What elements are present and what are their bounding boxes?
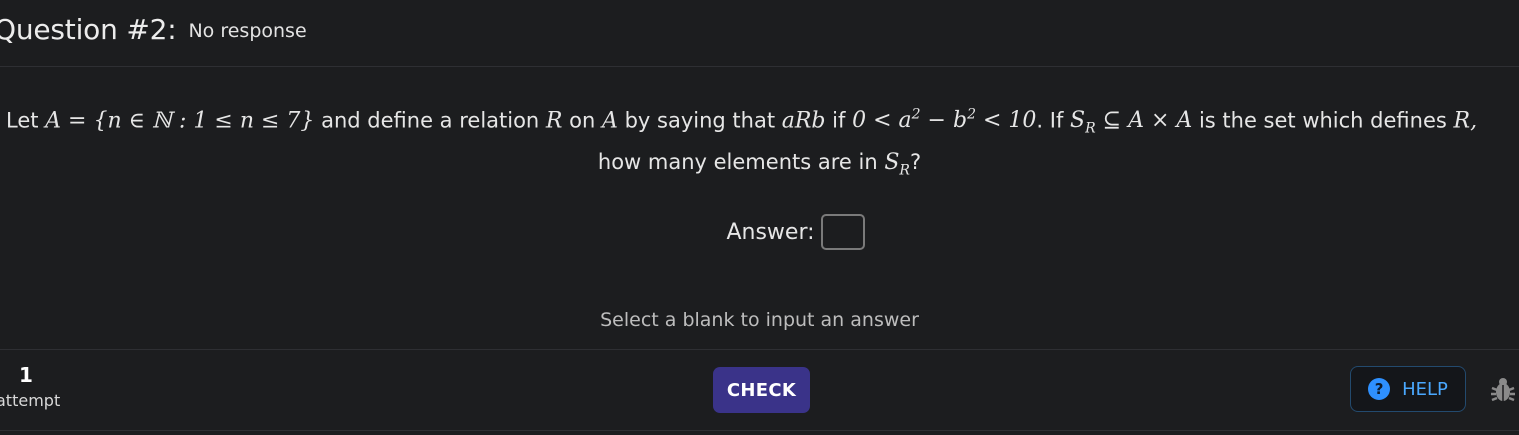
math-part: − b xyxy=(920,108,968,134)
text-segment: and define a relation xyxy=(314,108,546,133)
attempt-label: attempt xyxy=(0,391,61,410)
response-status: No response xyxy=(188,20,307,42)
question-header: Question #2: No response xyxy=(0,0,1519,67)
answer-row: Answer: xyxy=(0,214,1519,250)
math-part: < 10 xyxy=(975,108,1037,134)
math-part: S xyxy=(884,150,900,175)
math-relation: R xyxy=(545,108,563,134)
text-segment: is the set which defines xyxy=(1192,108,1454,133)
question-line-2: how many elements are in SR? xyxy=(0,139,1519,194)
math-part: S xyxy=(1070,108,1086,134)
answer-blank-input[interactable] xyxy=(820,214,865,250)
math-subset: SR ⊆ A × A xyxy=(1070,108,1193,136)
help-label: HELP xyxy=(1402,378,1448,400)
text-segment: by saying that xyxy=(617,108,782,133)
text-segment: Let xyxy=(6,108,46,133)
math-sr: SR xyxy=(884,150,910,179)
math-relation: R, xyxy=(1453,108,1478,134)
math-exponent: 2 xyxy=(967,107,976,123)
footer-bar: 1 attempt CHECK ? HELP xyxy=(0,349,1519,431)
math-part: ⊆ A × A xyxy=(1095,108,1193,134)
check-button[interactable]: CHECK xyxy=(713,367,810,413)
math-set-definition: A = {n ∈ ℕ : 1 ≤ n ≤ 7} xyxy=(45,108,315,134)
math-subscript: R xyxy=(899,162,910,179)
math-set: A xyxy=(602,108,618,134)
math-part: 0 < a xyxy=(852,108,912,134)
math-exponent: 2 xyxy=(911,107,921,123)
text-segment: . If xyxy=(1036,108,1071,133)
attempt-count: 1 xyxy=(19,363,33,387)
math-inequality: 0 < a2 − b2 < 10 xyxy=(852,107,1037,134)
text-segment: ? xyxy=(909,150,922,174)
input-hint: Select a blank to input an answer xyxy=(600,309,919,331)
math-subscript: R xyxy=(1085,120,1096,137)
text-segment: if xyxy=(825,108,853,133)
bug-icon[interactable] xyxy=(1489,376,1517,404)
question-circle-icon: ? xyxy=(1368,378,1391,400)
math-arb: aRb xyxy=(781,108,826,134)
answer-label: Answer: xyxy=(726,219,815,245)
question-title: Question #2: xyxy=(0,12,177,46)
text-segment: how many elements are in xyxy=(597,150,885,174)
help-button[interactable]: ? HELP xyxy=(1350,366,1466,412)
text-segment: on xyxy=(562,108,603,133)
question-page: Question #2: No response Let A = {n ∈ ℕ … xyxy=(0,0,1519,435)
